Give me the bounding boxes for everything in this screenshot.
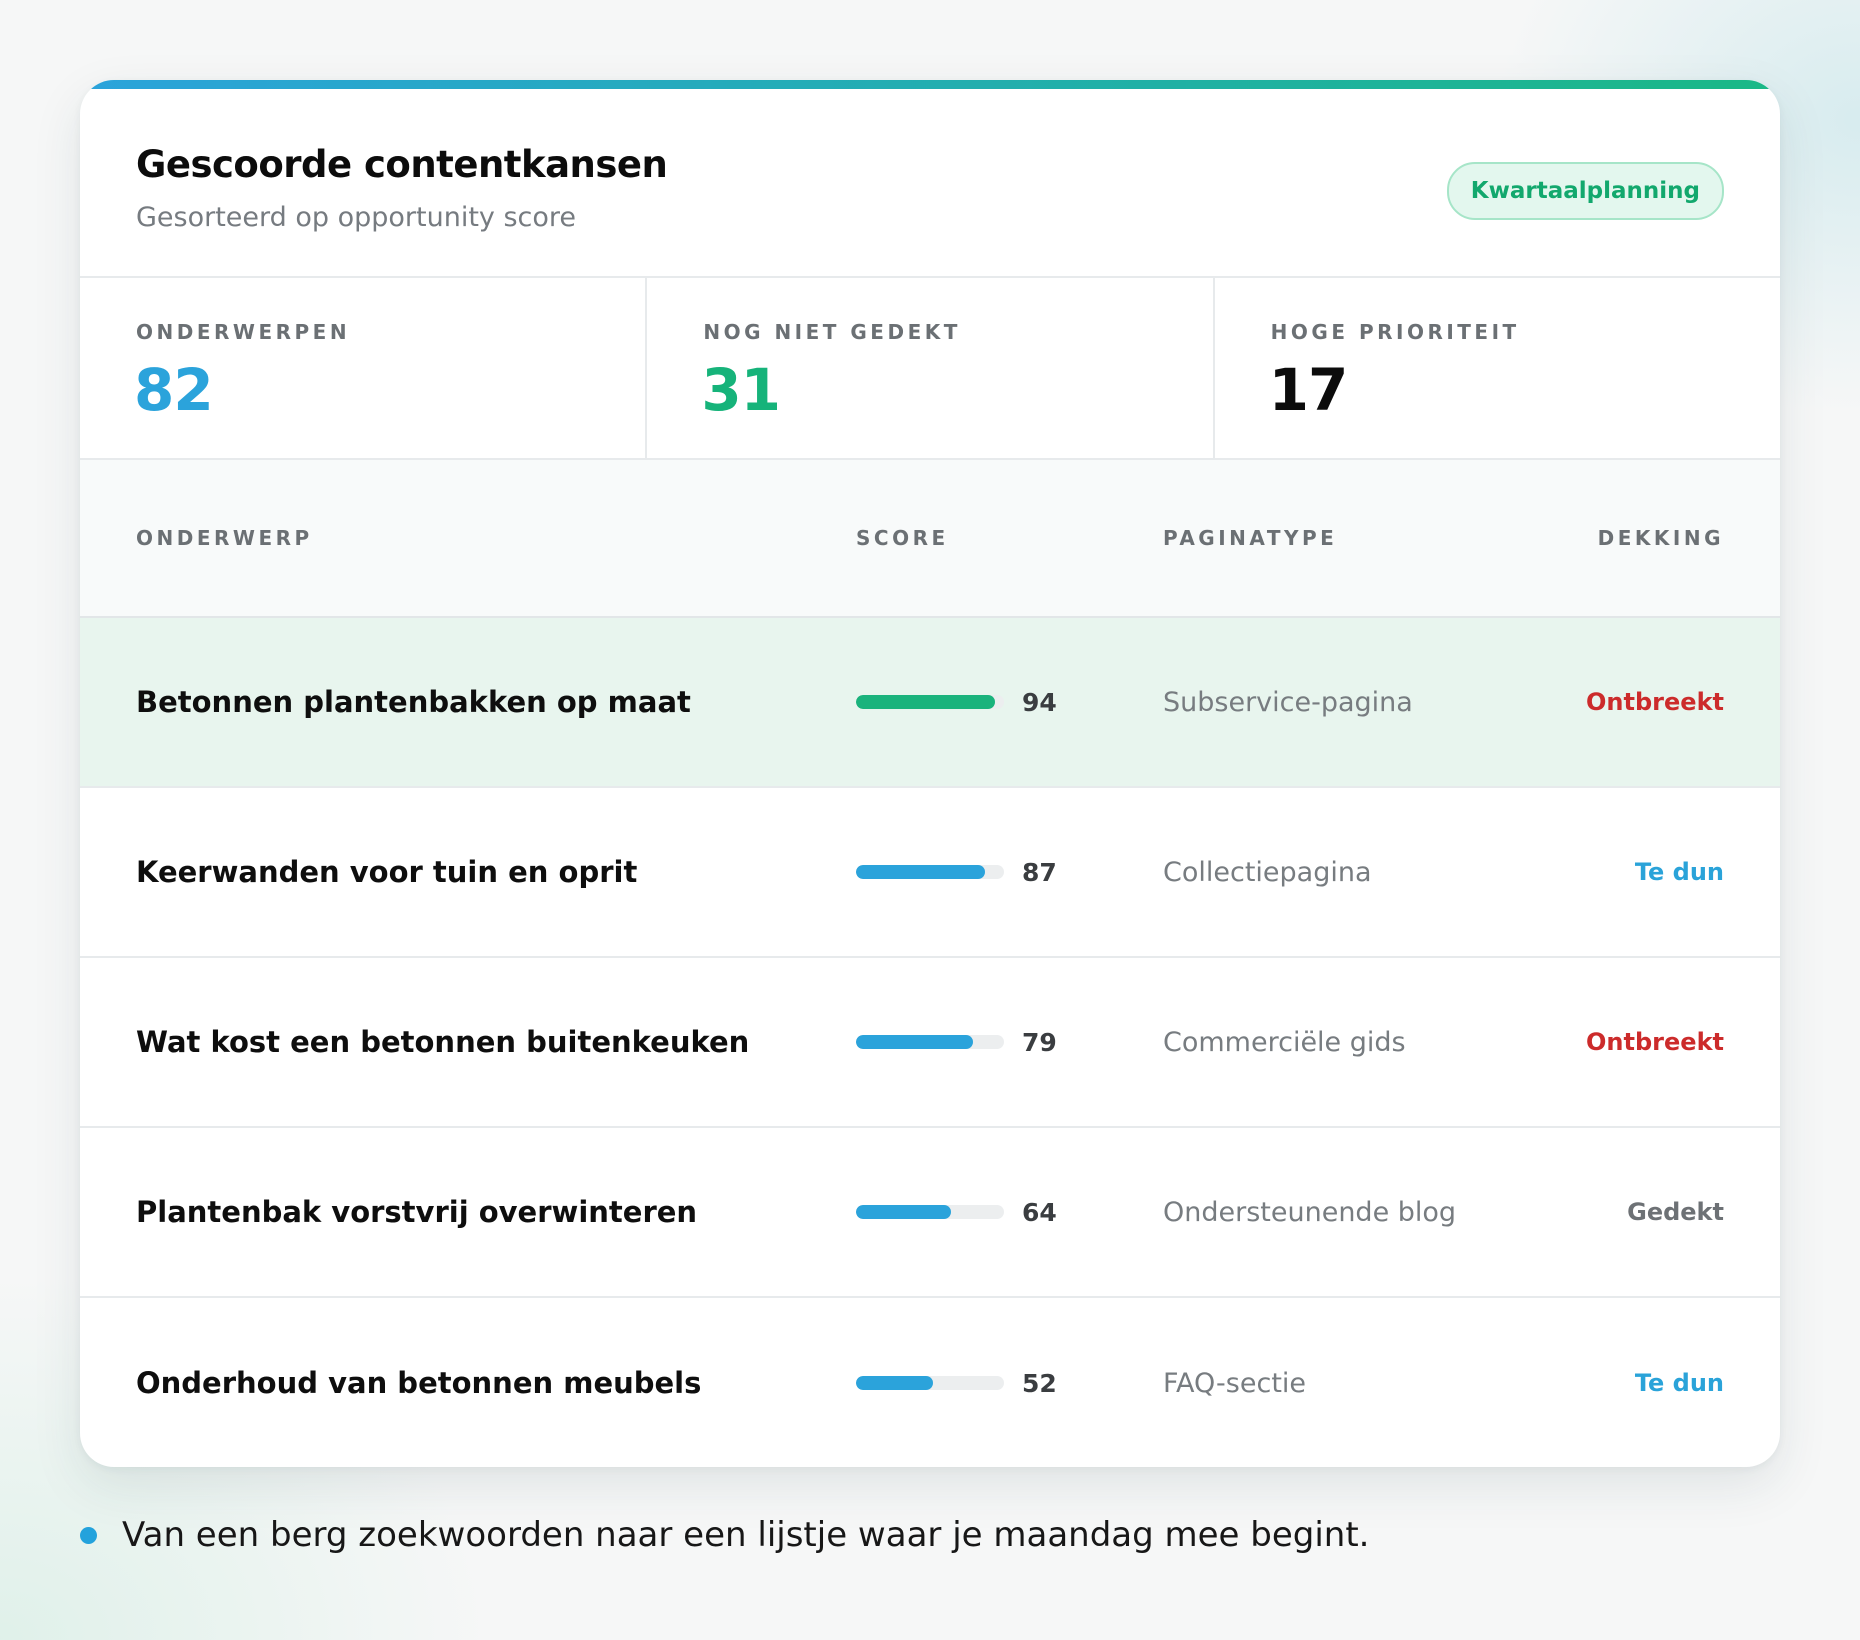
bullet-dot-icon [80, 1526, 97, 1544]
table-row[interactable]: Wat kost een betonnen buitenkeuken 79 Co… [80, 958, 1780, 1128]
column-header-page-type[interactable]: PAGINATYPE [1163, 526, 1484, 550]
row-page-type: FAQ-sectie [1163, 1367, 1307, 1399]
stat-label: NOG NIET GEDEKT [703, 320, 961, 344]
row-coverage-status: Ontbreekt [1586, 1028, 1724, 1056]
score-bar-fill [856, 1035, 973, 1049]
row-topic: Betonnen plantenbakken op maat [136, 685, 691, 719]
accent-bar [80, 80, 1780, 89]
stat-label: ONDERWERPEN [136, 320, 351, 344]
row-score: 94 [1022, 687, 1057, 717]
column-header-score[interactable]: SCORE [856, 526, 1163, 550]
score-bar-track [856, 865, 1004, 879]
score-bar-track [856, 695, 1004, 709]
table-header: ONDERWERP SCORE PAGINATYPE DEKKING [80, 460, 1780, 618]
table-row[interactable]: Betonnen plantenbakken op maat 94 Subser… [80, 618, 1780, 788]
score-bar-track [856, 1035, 1004, 1049]
row-page-type: Collectiepagina [1163, 856, 1372, 888]
row-topic: Onderhoud van betonnen meubels [136, 1366, 702, 1400]
score-bar-fill [856, 865, 985, 879]
score-bar-track [856, 1376, 1004, 1390]
row-coverage-status: Te dun [1634, 858, 1724, 886]
row-page-type: Subservice-pagina [1163, 686, 1413, 718]
row-score: 64 [1022, 1197, 1057, 1227]
row-score: 52 [1022, 1368, 1057, 1398]
score-bar-track [856, 1205, 1004, 1219]
row-page-type: Ondersteunende blog [1163, 1196, 1457, 1228]
score-bar-fill [856, 1376, 933, 1390]
stat-value: 31 [701, 356, 781, 424]
column-header-coverage[interactable]: DEKKING [1484, 526, 1724, 550]
row-topic: Keerwanden voor tuin en oprit [136, 855, 638, 889]
card-title: Gescoorde contentkansen [136, 143, 668, 186]
footnote-text: Van een berg zoekwoorden naar een lijstj… [122, 1515, 1370, 1555]
stat-value: 17 [1268, 356, 1349, 424]
table-row[interactable]: Plantenbak vorstvrij overwinteren 64 Ond… [80, 1128, 1780, 1298]
stat-not-covered: NOG NIET GEDEKT 31 [647, 278, 1215, 458]
row-topic: Wat kost een betonnen buitenkeuken [136, 1025, 750, 1059]
row-coverage-status: Gedekt [1627, 1198, 1724, 1226]
row-topic: Plantenbak vorstvrij overwinteren [136, 1195, 698, 1229]
row-coverage-status: Ontbreekt [1586, 688, 1724, 716]
stat-high-priority: HOGE PRIORITEIT 17 [1215, 278, 1780, 458]
table-row[interactable]: Onderhoud van betonnen meubels 52 FAQ-se… [80, 1298, 1780, 1467]
stat-topics: ONDERWERPEN 82 [80, 278, 648, 458]
row-coverage-status: Te dun [1634, 1369, 1724, 1397]
card-header: Gescoorde contentkansen Gesorteerd op op… [80, 89, 1780, 278]
score-bar-fill [856, 695, 996, 709]
table-row[interactable]: Keerwanden voor tuin en oprit 87 Collect… [80, 788, 1780, 958]
row-score: 79 [1022, 1027, 1057, 1057]
table-body: Betonnen plantenbakken op maat 94 Subser… [80, 618, 1780, 1467]
stat-value: 82 [134, 356, 214, 424]
stats-row: ONDERWERPEN 82 NOG NIET GEDEKT 31 HOGE P… [80, 278, 1780, 460]
score-bar-fill [856, 1205, 951, 1219]
quarter-planning-badge[interactable]: Kwartaalplanning [1446, 162, 1724, 220]
row-score: 87 [1022, 857, 1057, 887]
stat-label: HOGE PRIORITEIT [1270, 320, 1520, 344]
card-subtitle: Gesorteerd op opportunity score [136, 202, 577, 233]
footnote: Van een berg zoekwoorden naar een lijstj… [80, 1515, 1370, 1555]
opportunities-card: Gescoorde contentkansen Gesorteerd op op… [80, 80, 1780, 1467]
column-header-topic[interactable]: ONDERWERP [136, 526, 856, 550]
row-page-type: Commerciële gids [1163, 1026, 1406, 1058]
